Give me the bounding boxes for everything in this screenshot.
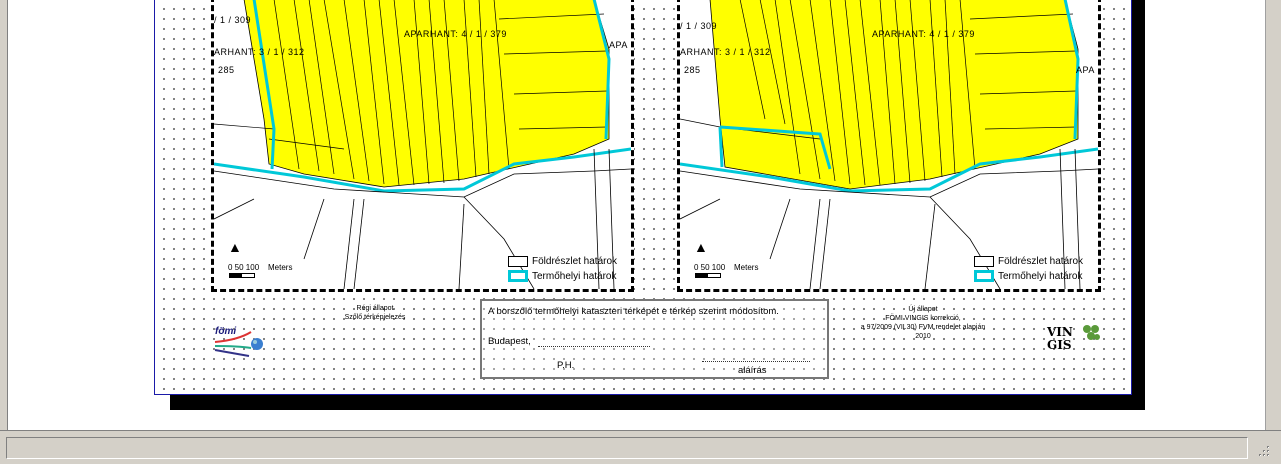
new-state-line3: a 97/2009 (VII.30) FVM rendelet alapján bbox=[860, 324, 986, 331]
vingis-logo: VIN GIS bbox=[1047, 322, 1103, 360]
resize-grip-icon[interactable] bbox=[1255, 442, 1271, 458]
aparhant-label-b: ARHANT: 3 / 1 / 312 bbox=[680, 47, 771, 57]
legend-habitat-swatch bbox=[508, 270, 528, 282]
new-state-line4: 2010 bbox=[915, 333, 931, 340]
legend-habitat-label: Termőhelyi határok bbox=[532, 270, 617, 282]
old-state-line2: Szőlő térképjelezés bbox=[344, 314, 406, 321]
aparhant-label-b: ARHANT: 3 / 1 / 312 bbox=[214, 47, 305, 57]
legend-parcel-swatch bbox=[508, 256, 528, 267]
date-dotted-line bbox=[538, 346, 650, 347]
north-arrow-icon: ▲ bbox=[694, 239, 708, 255]
signature-label: aláírás bbox=[738, 365, 767, 376]
legend-habitat: Termőhelyi határok bbox=[508, 270, 616, 282]
aparhant-label-c: / 1 / 309 bbox=[214, 15, 252, 25]
window-frame-left bbox=[0, 0, 8, 430]
aparhant-label-a: APARHANT: 4 / 1 / 379 bbox=[404, 29, 507, 39]
new-state-line2: FÖMI VINGIS korrekció, bbox=[885, 315, 961, 322]
page-shadow bbox=[170, 395, 1145, 410]
legend-habitat-swatch bbox=[974, 270, 994, 282]
aparhant-label-c: / 1 / 309 bbox=[680, 21, 718, 31]
parcel-number-label: 285 bbox=[218, 65, 235, 75]
legend-parcel-label: Földrészlet határok bbox=[998, 256, 1084, 267]
scale-bar bbox=[695, 273, 721, 278]
scale-ticks: 0 50 100 bbox=[228, 263, 260, 272]
edge-label: APA bbox=[1076, 65, 1095, 75]
status-panel bbox=[6, 437, 1248, 459]
certification-box: A borszőlő termőhelyi kataszteri térképé… bbox=[480, 299, 829, 379]
grape-cluster-icon bbox=[1083, 325, 1100, 340]
vertical-scrollbar[interactable] bbox=[1265, 0, 1281, 430]
legend-parcel-label: Földrészlet határok bbox=[532, 256, 618, 267]
new-state-caption: Új állapot FÖMI VINGIS korrekció, a 97/2… bbox=[843, 305, 1003, 341]
scale-ticks: 0 50 100 bbox=[694, 263, 726, 272]
page-shadow-right bbox=[1130, 0, 1145, 410]
certification-place: Budapest, bbox=[488, 336, 531, 347]
north-arrow-icon: ▲ bbox=[228, 239, 242, 255]
seal-label: P.H. bbox=[557, 360, 575, 371]
fomi-logo: fömi bbox=[213, 326, 269, 360]
old-state-line1: Régi állapot bbox=[356, 305, 394, 312]
status-bar bbox=[0, 430, 1281, 464]
scale-bar bbox=[229, 273, 255, 278]
map-canvas[interactable]: APARHANT: 4 / 1 / 379 ARHANT: 3 / 1 / 31… bbox=[0, 0, 1281, 430]
legend-habitat-label: Termőhelyi határok bbox=[998, 270, 1083, 282]
legend-parcel: Földrészlet határok bbox=[974, 256, 1083, 267]
vingis-logo-text: VIN GIS bbox=[1047, 325, 1073, 352]
edge-label: APA bbox=[609, 40, 628, 50]
map-frame-right[interactable]: APARHANT: 4 / 1 / 379 ARHANT: 3 / 1 / 31… bbox=[677, 0, 1101, 292]
map-left-parcels bbox=[214, 0, 631, 289]
aparhant-label-a: APARHANT: 4 / 1 / 379 bbox=[872, 29, 975, 39]
legend-parcel: Földrészlet határok bbox=[508, 256, 617, 267]
legend-habitat: Termőhelyi határok bbox=[974, 270, 1082, 282]
signature-dotted-line bbox=[702, 361, 810, 362]
certification-statement: A borszőlő termőhelyi kataszteri térképé… bbox=[488, 306, 779, 317]
scale-unit: Meters bbox=[268, 263, 293, 272]
map-frame-left[interactable]: APARHANT: 4 / 1 / 379 ARHANT: 3 / 1 / 31… bbox=[211, 0, 634, 292]
fomi-logo-graphic bbox=[214, 331, 263, 357]
new-state-line1: Új állapot bbox=[908, 306, 938, 313]
map-right-parcels bbox=[680, 0, 1098, 289]
scale-unit: Meters bbox=[734, 263, 759, 272]
old-state-caption: Régi állapot Szőlő térképjelezés bbox=[315, 304, 435, 322]
legend-parcel-swatch bbox=[974, 256, 994, 267]
layout-page[interactable]: APARHANT: 4 / 1 / 379 ARHANT: 3 / 1 / 31… bbox=[154, 0, 1132, 395]
parcel-number-label: 285 bbox=[684, 65, 701, 75]
